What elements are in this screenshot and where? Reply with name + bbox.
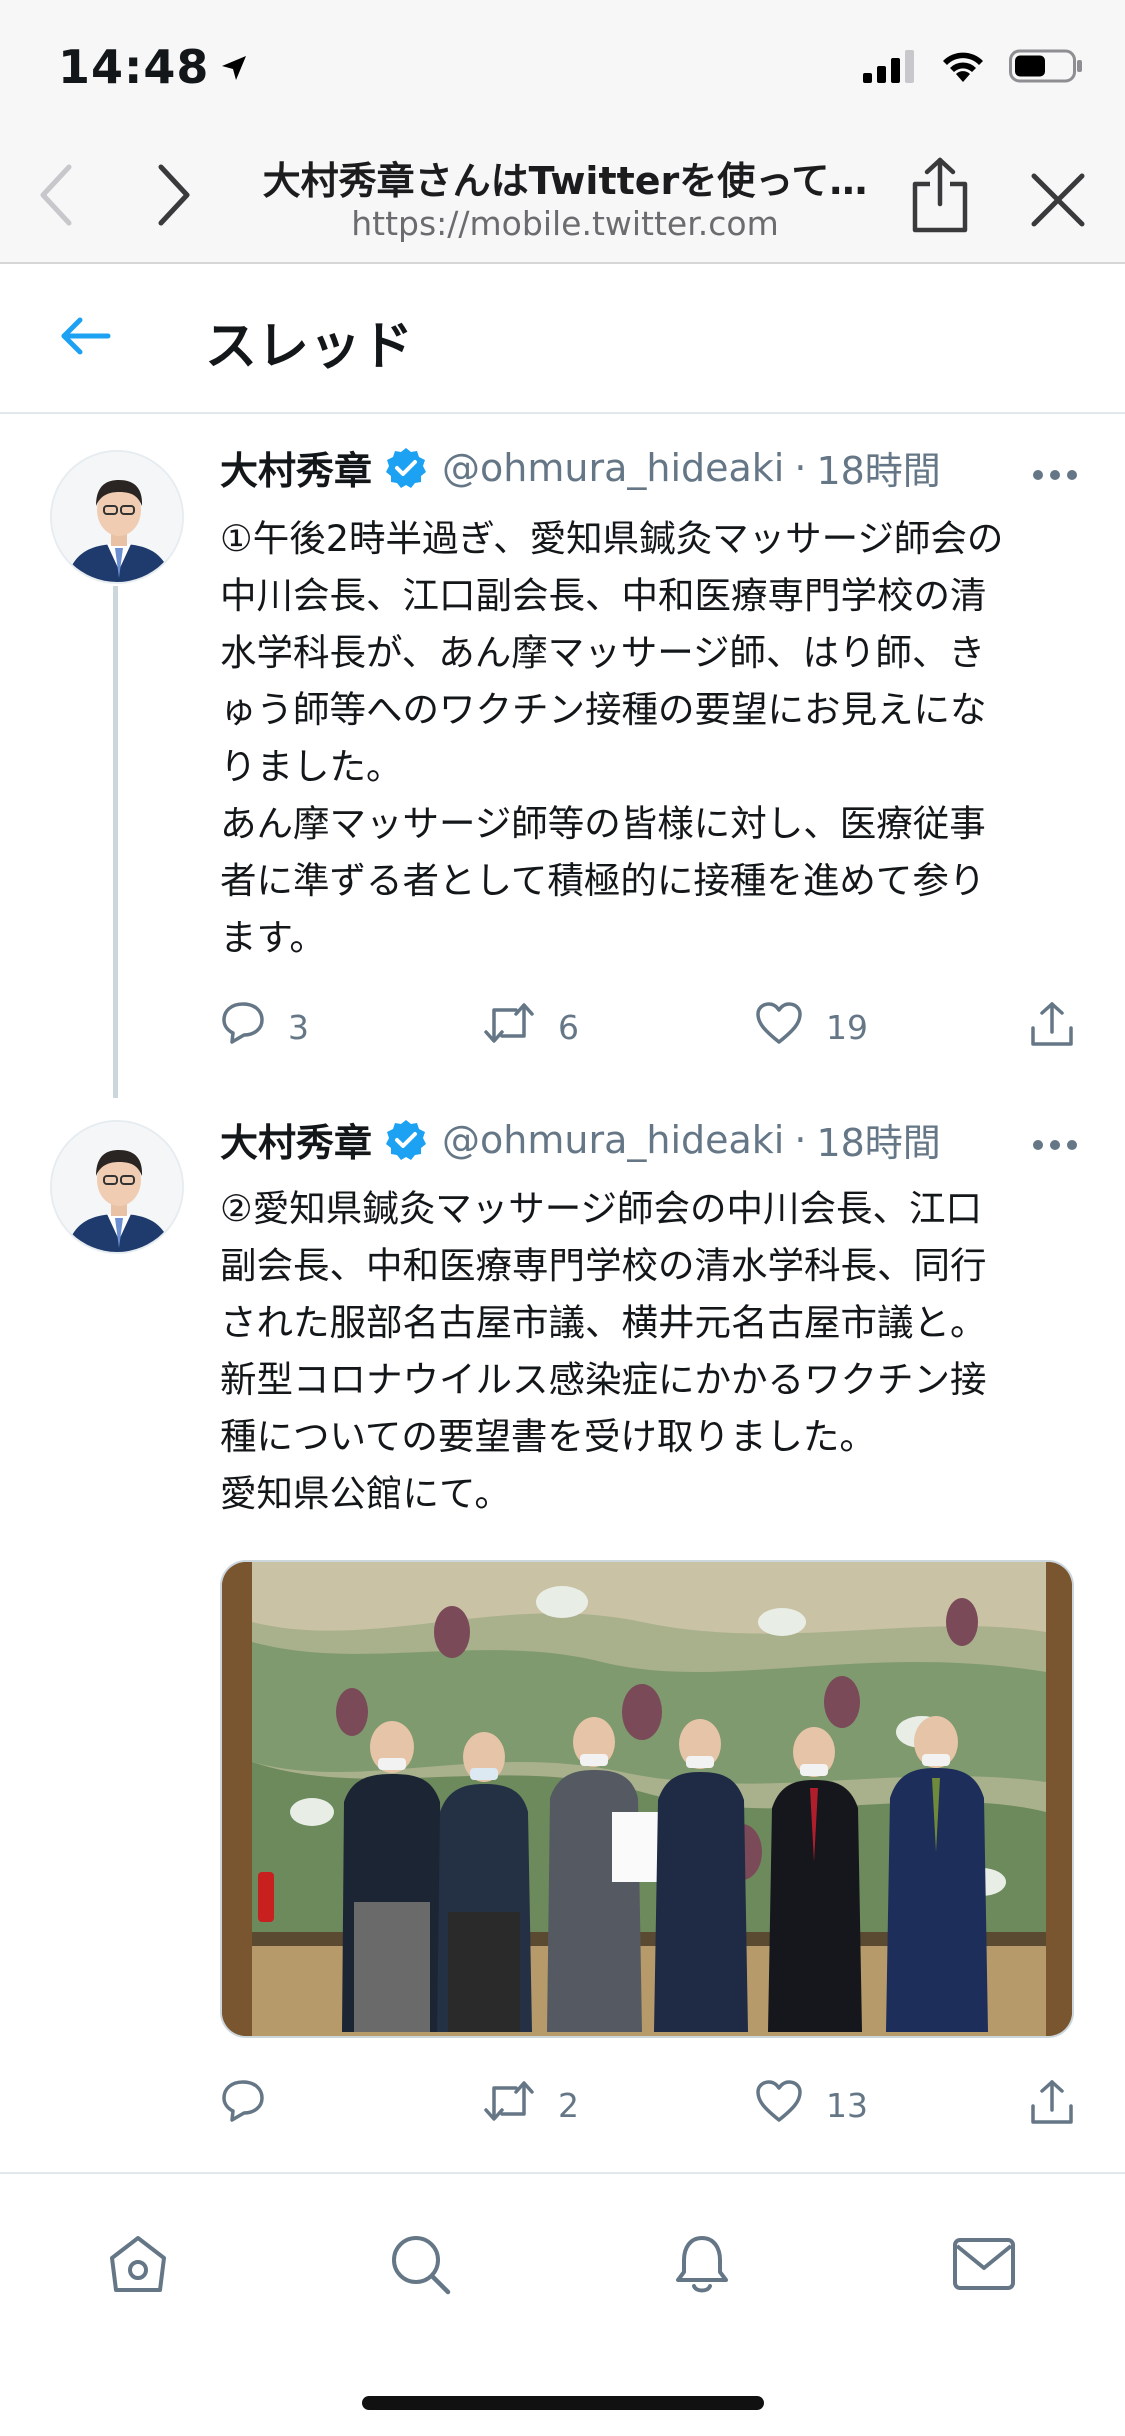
retweet-icon [482,1000,536,1054]
retweet-icon [482,2078,536,2132]
share-icon [910,156,970,238]
share-icon [1028,1000,1076,1056]
retweet-count: 2 [558,2085,579,2125]
tweet-actions: 2 13 [220,2078,1080,2138]
tab-search[interactable] [380,2226,460,2306]
tweet-text: ②愛知県鍼灸マッサージ師会の中川会長、江口 副会長、中和医療専門学校の清水学科長… [220,1180,1080,1522]
tweet-text-line: 中川会長、江口副会長、中和医療専門学校の清 [220,574,987,617]
tab-notifications[interactable] [662,2226,742,2306]
search-icon [388,2232,452,2300]
tweet-header: 大村秀章 @ohmura_hideaki · 18時間 [220,1112,941,1167]
page-title-thread: スレッド [205,317,414,377]
tweet-header: 大村秀章 @ohmura_hideaki · 18時間 [220,440,941,495]
battery-icon [1009,48,1083,88]
thread-connector-line [113,586,118,1098]
heart-icon [754,1000,804,1054]
retweet-button[interactable]: 6 [482,1000,579,1054]
tab-messages[interactable] [944,2226,1024,2306]
forward-chevron-icon [155,163,195,231]
like-count: 19 [826,1007,868,1047]
tweet-text-line: された服部名古屋市議、横井元名古屋市議と。 [220,1301,987,1344]
share-tweet-button[interactable] [1028,1000,1076,1056]
reply-icon [220,2078,266,2132]
status-icons [863,48,1083,88]
home-indicator[interactable] [362,2396,764,2410]
avatar[interactable] [50,1120,184,1254]
tweet-text-line: 者に準ずる者として積極的に接種を進めて参り [220,859,986,902]
like-count: 13 [826,2085,868,2125]
thread-back-button[interactable] [56,308,116,368]
more-dot-icon [1050,470,1060,480]
tweet-text-line: 水学科長が、あん摩マッサージ師、はり師、き [220,631,986,674]
location-arrow-icon [219,40,249,94]
share-icon [1028,2078,1076,2134]
tab-home[interactable] [98,2226,178,2306]
tweet-text-line: ゅう師等へのワクチン接種の要望にお見えにな [220,688,987,731]
cellular-signal-icon [863,49,917,87]
tweet-text-line: ①午後2時半過ぎ、愛知県鍼灸マッサージ師会の [220,517,1004,560]
verified-badge-icon [384,446,428,490]
more-dot-icon [1033,470,1043,480]
retweet-count: 6 [558,1007,579,1047]
separator-dot: · [794,445,807,490]
notifications-bell-icon [670,2232,734,2300]
more-dot-icon [1067,470,1077,480]
verified-badge-icon [384,1118,428,1162]
like-button[interactable]: 13 [754,2078,868,2132]
close-icon [1030,172,1086,232]
retweet-button[interactable]: 2 [482,2078,579,2132]
tweet-text-line: りました。 [220,745,403,788]
more-dot-icon [1050,1140,1060,1150]
heart-icon [754,2078,804,2132]
like-button[interactable]: 19 [754,1000,868,1054]
more-dot-icon [1033,1140,1043,1150]
tweet-text-line: あん摩マッサージ師等の皆様に対し、医療従事 [220,802,986,845]
tweet-photo[interactable] [220,1560,1074,2038]
thread-header: スレッド [0,266,1125,414]
share-tweet-button[interactable] [1028,2078,1076,2134]
browser-toolbar: 大村秀章さんはTwitterを使って… https://mobile.twitt… [0,132,1125,264]
author-name[interactable]: 大村秀章 [220,1112,372,1167]
reply-button[interactable]: 3 [220,1000,309,1054]
browser-forward-button[interactable] [140,162,210,232]
tweet-text-line: 副会長、中和医療専門学校の清水学科長、同行 [220,1244,987,1287]
author-handle[interactable]: @ohmura_hideaki [442,1118,784,1162]
browser-close-button[interactable] [1018,162,1098,242]
more-dot-icon [1067,1140,1077,1150]
more-options-button[interactable] [1033,1140,1077,1150]
wifi-icon [939,48,987,88]
tweet-timestamp[interactable]: 18時間 [816,440,940,495]
reply-count: 3 [288,1007,309,1047]
messages-mail-icon [951,2236,1017,2296]
author-name[interactable]: 大村秀章 [220,440,372,495]
reply-icon [220,1000,266,1054]
tweet-text-line: 新型コロナウイルス感染症にかかるワクチン接 [220,1358,987,1401]
reply-button[interactable] [220,2078,288,2132]
page-title[interactable]: 大村秀章さんはTwitterを使って… [255,150,875,205]
tweet-actions: 3 6 19 [220,1000,1080,1060]
clock-time: 14:48 [58,40,210,94]
tweet-text-line: 愛知県公館にて。 [220,1472,511,1515]
tweet-text: ①午後2時半過ぎ、愛知県鍼灸マッサージ師会の 中川会長、江口副会長、中和医療専門… [220,510,1080,966]
tweet-text-line: ②愛知県鍼灸マッサージ師会の中川会長、江口 [220,1187,982,1230]
status-time: 14:48 [58,40,249,94]
separator-dot: · [794,1117,807,1162]
browser-share-button[interactable] [900,152,980,242]
author-handle[interactable]: @ohmura_hideaki [442,446,784,490]
more-options-button[interactable] [1033,470,1077,480]
tweet-1[interactable]: 大村秀章 @ohmura_hideaki · 18時間 ①午後2時半過ぎ、愛知県… [0,416,1125,1098]
tweet-timestamp[interactable]: 18時間 [816,1112,940,1167]
tweet-text-line: 種についての要望書を受け取りました。 [220,1415,876,1458]
back-arrow-icon [60,316,112,360]
status-bar: 14:48 [0,0,1125,132]
tweet-text-line: ます。 [220,916,326,959]
tweet-2[interactable]: 大村秀章 @ohmura_hideaki · 18時間 ②愛知県鍼灸マッサージ師… [0,1098,1125,2170]
browser-back-button[interactable] [20,162,90,232]
page-url[interactable]: https://mobile.twitter.com [255,204,875,243]
avatar[interactable] [50,450,184,584]
home-icon [106,2232,170,2300]
back-chevron-icon [35,163,75,231]
